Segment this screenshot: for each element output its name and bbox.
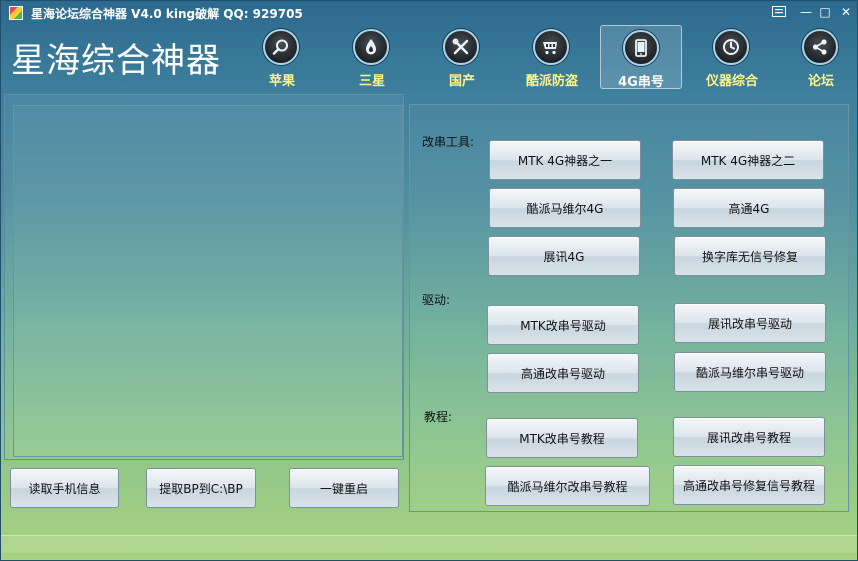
coolpad-marvell-imei-driver-button[interactable]: 酷派马维尔串号驱动 bbox=[674, 352, 826, 392]
tools-icon bbox=[443, 29, 479, 65]
nav-tab-label: 4G串号 bbox=[618, 75, 664, 90]
mtk-4g-tool-2-button[interactable]: MTK 4G神器之二 bbox=[672, 140, 824, 180]
menu-icon[interactable] bbox=[767, 3, 791, 21]
nav-tab-instruments[interactable]: 仪器综合 bbox=[691, 25, 773, 89]
title-bar: 星海论坛综合神器 V4.0 king破解 QQ: 929705 — □ ✕ bbox=[1, 1, 857, 25]
spreadtrum-4g-button[interactable]: 展讯4G bbox=[488, 236, 640, 276]
magnifier-icon bbox=[263, 29, 299, 65]
coolpad-marvell-imei-tutorial-button[interactable]: 酷派马维尔改串号教程 bbox=[485, 466, 650, 506]
spreadtrum-imei-driver-button[interactable]: 展讯改串号驱动 bbox=[674, 303, 826, 343]
coolpad-marvell-4g-button[interactable]: 酷派马维尔4G bbox=[489, 188, 641, 228]
extract-bp-button[interactable]: 提取BP到C:\BP bbox=[146, 468, 256, 508]
section-label-modify-tools: 改串工具: bbox=[422, 135, 475, 149]
status-strip bbox=[1, 535, 857, 554]
share-icon bbox=[802, 29, 838, 65]
mtk-imei-driver-button[interactable]: MTK改串号驱动 bbox=[487, 305, 639, 345]
app-window: 星海论坛综合神器 V4.0 king破解 QQ: 929705 — □ ✕ 星海… bbox=[0, 0, 858, 561]
spreadtrum-imei-tutorial-button[interactable]: 展讯改串号教程 bbox=[673, 417, 825, 457]
tools-panel: 改串工具: MTK 4G神器之一 MTK 4G神器之二 酷派马维尔4G 高通4G… bbox=[409, 104, 849, 512]
nav-tab-coolpad-antitheft[interactable]: 酷派防盗 bbox=[511, 25, 593, 89]
section-label-tutorial: 教程: bbox=[424, 410, 453, 424]
nav-tab-label: 国产 bbox=[448, 74, 475, 89]
nav-tab-4g-imei[interactable]: 4G串号 bbox=[600, 25, 682, 90]
log-output-area[interactable] bbox=[13, 105, 403, 457]
window-title: 星海论坛综合神器 V4.0 king破解 QQ: 929705 bbox=[31, 7, 303, 21]
qualcomm-imei-signal-tutorial-button[interactable]: 高通改串号修复信号教程 bbox=[673, 465, 825, 505]
nav-tab-label: 论坛 bbox=[807, 74, 834, 89]
qualcomm-4g-button[interactable]: 高通4G bbox=[673, 188, 825, 228]
read-phone-info-button[interactable]: 读取手机信息 bbox=[10, 468, 119, 508]
one-click-reboot-button[interactable]: 一键重启 bbox=[289, 468, 399, 508]
mtk-imei-tutorial-button[interactable]: MTK改串号教程 bbox=[486, 418, 638, 458]
cart-icon bbox=[533, 29, 569, 65]
clock-icon bbox=[713, 29, 749, 65]
nav-tab-label: 酷派防盗 bbox=[525, 74, 578, 89]
output-panel bbox=[4, 94, 404, 460]
nav-tab-domestic[interactable]: 国产 bbox=[421, 25, 503, 89]
app-logo-icon bbox=[9, 6, 23, 20]
nav-tab-label: 仪器综合 bbox=[705, 74, 758, 89]
nav-tab-label: 三星 bbox=[358, 74, 385, 89]
nav-tab-samsung[interactable]: 三星 bbox=[331, 25, 413, 89]
nav-tab-forum[interactable]: 论坛 bbox=[780, 25, 857, 89]
phone-icon bbox=[623, 30, 659, 66]
nav-tab-apple[interactable]: 苹果 bbox=[241, 25, 323, 89]
section-label-driver: 驱动: bbox=[422, 293, 451, 307]
font-lib-no-signal-fix-button[interactable]: 换字库无信号修复 bbox=[674, 236, 826, 276]
close-button[interactable]: ✕ bbox=[834, 3, 857, 21]
flame-icon bbox=[353, 29, 389, 65]
qualcomm-imei-driver-button[interactable]: 高通改串号驱动 bbox=[487, 353, 639, 393]
nav-tab-label: 苹果 bbox=[268, 74, 295, 89]
top-nav: 苹果 三星 国产 酷派防盗 4G串号 仪器综合 论坛 bbox=[1, 25, 857, 91]
mtk-4g-tool-1-button[interactable]: MTK 4G神器之一 bbox=[489, 140, 641, 180]
